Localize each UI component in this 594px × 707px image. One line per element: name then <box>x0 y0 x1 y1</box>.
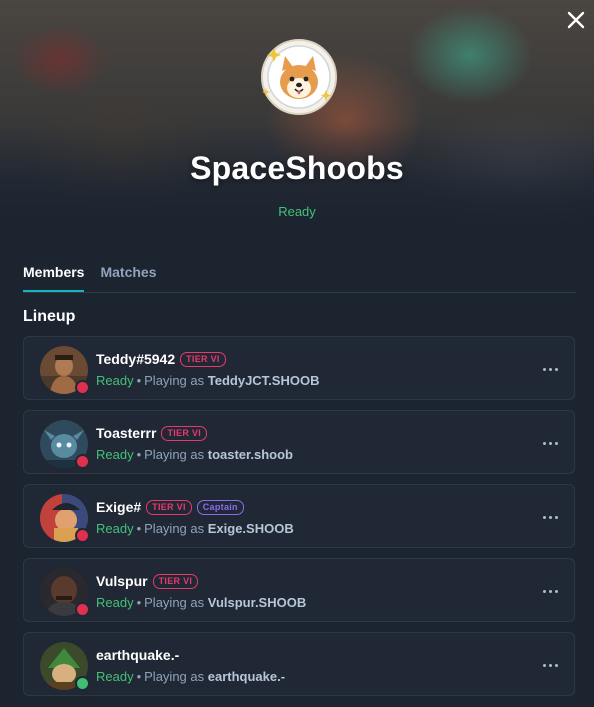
member-ready-status: Ready <box>96 447 134 462</box>
member-name[interactable]: Teddy#5942 <box>96 351 175 367</box>
more-options-icon <box>542 663 546 667</box>
close-button[interactable] <box>564 8 588 32</box>
playing-as-label: Playing as <box>144 447 205 462</box>
member-ready-status: Ready <box>96 521 134 536</box>
tab-members[interactable]: Members <box>23 262 85 292</box>
separator: • <box>136 669 142 684</box>
tier-badge: TIER VI <box>161 425 208 441</box>
team-status: Ready <box>278 204 316 219</box>
member-handle: TeddyJCT.SHOOB <box>207 373 320 388</box>
more-options-icon <box>542 515 546 519</box>
member-handle: Exige.SHOOB <box>207 521 294 536</box>
member-handle: earthquake.- <box>207 669 286 684</box>
member-card[interactable]: Vulspur TIER VI Ready • Playing as Vulspur… <box>23 558 575 622</box>
more-options-button[interactable] <box>540 359 560 379</box>
member-name[interactable]: earthquake.- <box>96 647 179 663</box>
more-dot <box>548 441 552 445</box>
more-dot <box>548 589 552 593</box>
playing-as-label: Playing as <box>144 373 205 388</box>
team-name: SpaceShoobs <box>190 150 404 186</box>
more-dot <box>554 367 558 371</box>
member-status-line: Ready • Playing as Vulspur.SHOOB <box>96 595 306 610</box>
member-card[interactable]: Exige# TIER VI Captain Ready • Playing as … <box>23 484 575 548</box>
more-options-button[interactable] <box>540 655 560 675</box>
separator: • <box>136 521 142 536</box>
member-ready-status: Ready <box>96 669 134 684</box>
lineup-title: Lineup <box>23 308 76 325</box>
more-options-button[interactable] <box>540 433 560 453</box>
more-dot <box>554 515 558 519</box>
playing-as-label: Playing as <box>144 595 205 610</box>
member-status-line: Ready • Playing as TeddyJCT.SHOOB <box>96 373 319 388</box>
close-icon <box>567 11 585 29</box>
member-card[interactable]: Toasterrr TIER VI Ready • Playing as toast… <box>23 410 575 474</box>
avatar-container <box>40 346 90 395</box>
member-ready-status: Ready <box>96 373 134 388</box>
more-options-button[interactable] <box>540 581 560 601</box>
member-name[interactable]: Vulspur <box>96 573 148 589</box>
member-name[interactable]: Toasterrr <box>96 425 156 441</box>
member-handle: Vulspur.SHOOB <box>207 595 307 610</box>
member-name-row: Vulspur TIER VI <box>96 573 199 589</box>
member-status-line: Ready • Playing as toaster.shoob <box>96 447 293 462</box>
presence-indicator <box>75 676 90 691</box>
playing-as-label: Playing as <box>144 521 205 536</box>
team-logo <box>260 38 338 116</box>
member-card[interactable]: earthquake.- Ready • Playing as earthquake… <box>23 632 575 696</box>
member-name-row: earthquake.- <box>96 647 179 663</box>
tab-bar: Members Matches <box>23 262 576 293</box>
separator: • <box>136 595 142 610</box>
more-dot <box>554 663 558 667</box>
tier-badge: TIER VI <box>146 499 192 515</box>
tab-matches[interactable]: Matches <box>100 262 156 289</box>
avatar-container <box>40 568 90 617</box>
separator: • <box>136 447 142 462</box>
avatar-container <box>40 494 90 543</box>
captain-badge: Captain <box>196 499 244 515</box>
member-name-row: Toasterrr TIER VI <box>96 425 208 441</box>
more-dot <box>548 515 552 519</box>
avatar-container <box>40 642 90 691</box>
playing-as-label: Playing as <box>144 669 205 684</box>
more-options-button[interactable] <box>540 507 560 527</box>
more-options-icon <box>542 367 546 371</box>
more-options-icon <box>542 589 546 593</box>
more-options-icon <box>542 441 546 445</box>
member-name[interactable]: Exige# <box>96 499 141 515</box>
member-card[interactable]: Teddy#5942 TIER VI Ready • Playing as Tedd… <box>23 336 575 400</box>
presence-indicator <box>75 380 90 395</box>
more-dot <box>554 441 558 445</box>
avatar-container <box>40 420 90 469</box>
member-name-row: Teddy#5942 TIER VI <box>96 351 226 367</box>
member-ready-status: Ready <box>96 595 134 610</box>
more-dot <box>548 663 552 667</box>
presence-indicator <box>75 454 90 469</box>
separator: • <box>136 373 142 388</box>
member-status-line: Ready • Playing as earthquake.- <box>96 669 285 684</box>
tier-badge: TIER VI <box>152 573 199 589</box>
presence-indicator <box>75 528 90 543</box>
more-dot <box>548 367 552 371</box>
more-dot <box>554 589 558 593</box>
tier-badge: TIER VI <box>180 351 226 367</box>
member-name-row: Exige# TIER VI Captain <box>96 499 244 515</box>
member-handle: toaster.shoob <box>207 447 293 462</box>
member-status-line: Ready • Playing as Exige.SHOOB <box>96 521 294 536</box>
presence-indicator <box>75 602 90 617</box>
